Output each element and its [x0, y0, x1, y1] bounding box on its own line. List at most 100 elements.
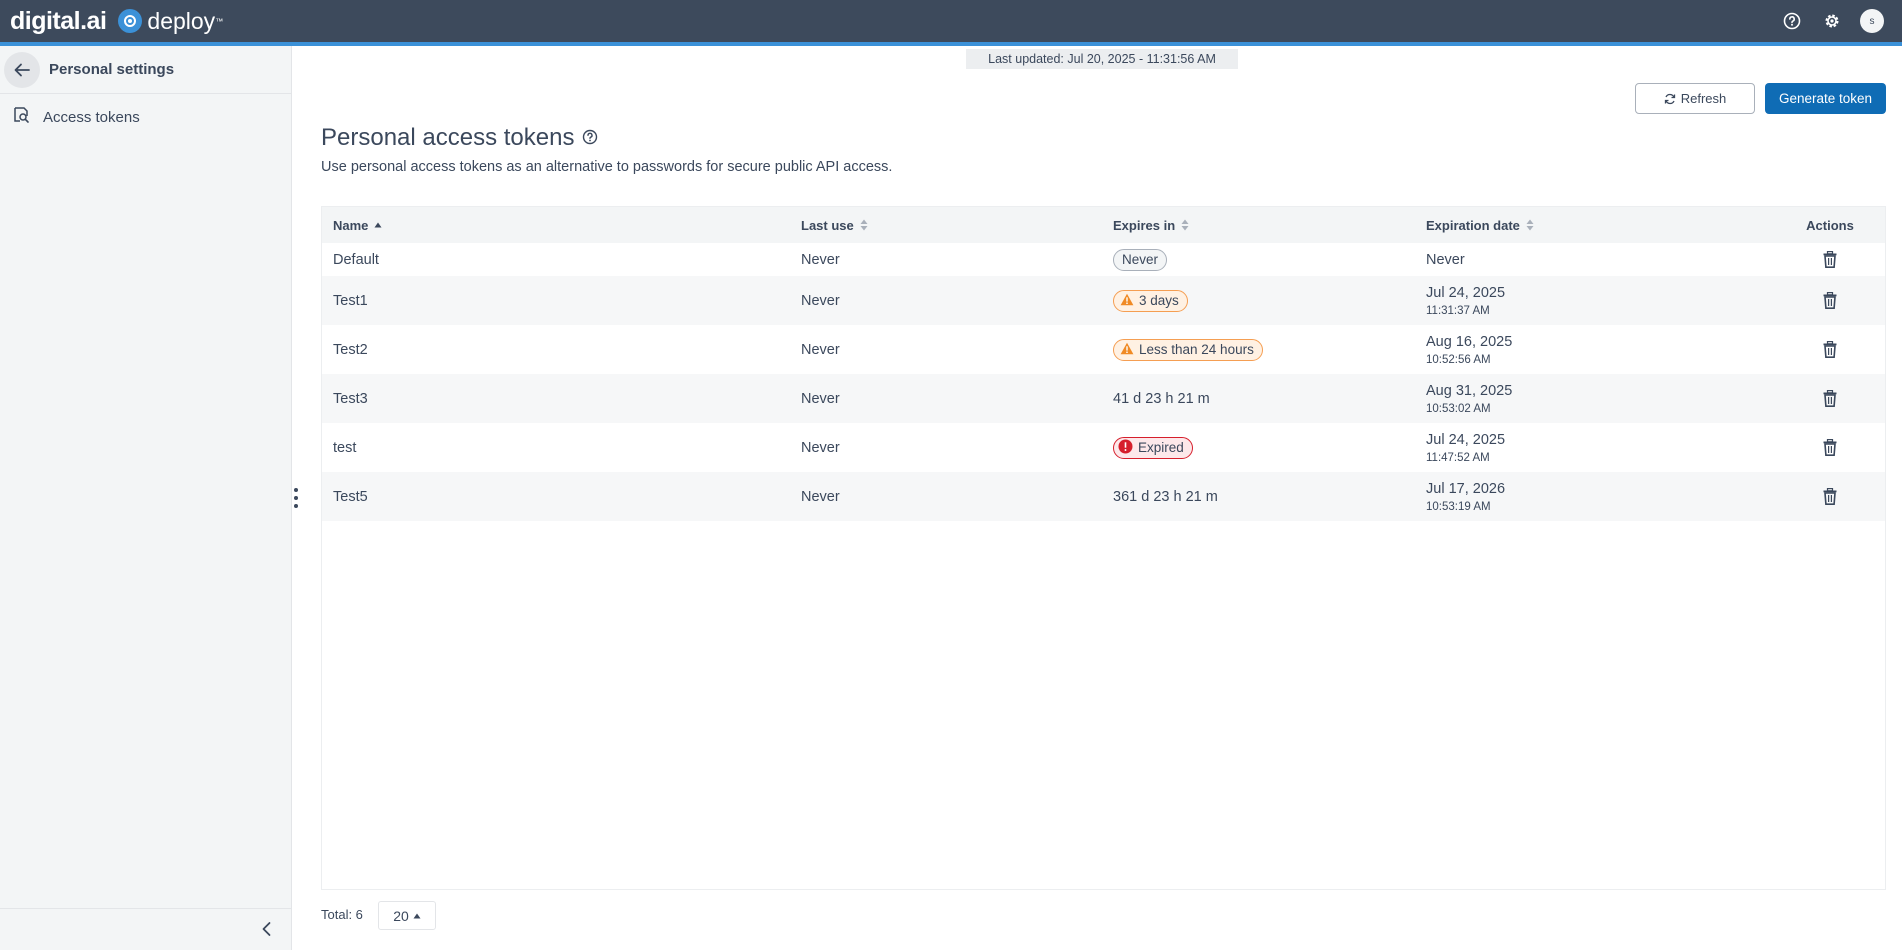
- page-title: Personal access tokens: [321, 124, 575, 151]
- sidebar-item-label: Access tokens: [43, 108, 140, 126]
- token-last-use: Never: [801, 488, 840, 505]
- sidebar-footer: [0, 908, 291, 950]
- page-title-wrap: Personal access tokens: [321, 124, 598, 152]
- never-badge: Never: [1113, 248, 1168, 271]
- expiration-time: 11:47:52 AM: [1426, 451, 1490, 464]
- badge-label: Expired: [1138, 440, 1184, 455]
- sort-icon: [860, 219, 868, 231]
- token-expires-in: 361 d 23 h 21 m: [1113, 489, 1218, 505]
- delete-token-icon[interactable]: [1821, 340, 1839, 360]
- page-size-select[interactable]: 20: [378, 901, 436, 930]
- delete-token-icon[interactable]: [1821, 250, 1839, 270]
- top-actions: s: [1780, 9, 1884, 33]
- token-expires-in: 41 d 23 h 21 m: [1113, 391, 1210, 407]
- token-name: test: [333, 439, 357, 456]
- help-circle-icon[interactable]: [582, 124, 598, 152]
- token-expiration-date: Aug 31, 2025 10:53:02 AM: [1426, 383, 1512, 415]
- expiration-date: Aug 31, 2025: [1426, 382, 1513, 399]
- refresh-label: Refresh: [1680, 91, 1727, 106]
- total-count: Total: 6: [321, 907, 363, 922]
- badge-label: 3 days: [1139, 293, 1179, 308]
- token-name: Test5: [333, 488, 368, 505]
- table-row: test Never Expired Jul 24, 2025 11:47:52 AM: [322, 423, 1885, 472]
- digital-ai-logo: digital.ai: [10, 6, 107, 35]
- sidebar-title: Personal settings: [49, 61, 175, 78]
- token-last-use: Never: [801, 439, 840, 456]
- expiration-date: Jul 17, 2026: [1426, 480, 1506, 497]
- token-search-icon: [12, 106, 30, 129]
- table-row: Test5 Never 361 d 23 h 21 m Jul 17, 2026 10:…: [322, 472, 1885, 521]
- token-last-use: Never: [801, 292, 840, 309]
- table-row: Test2 Never Less than 24 hours Aug 16, 2025…: [322, 325, 1885, 374]
- column-header-label: Expires in: [1113, 217, 1176, 233]
- deploy-logo-icon: [118, 9, 143, 33]
- table-header: Name Last use Expires in Expiration date…: [322, 207, 1885, 243]
- column-header-name[interactable]: Name: [333, 218, 382, 233]
- error-icon: [1118, 439, 1133, 457]
- expiring-soon-badge: 3 days: [1113, 289, 1188, 312]
- expiration-date: Jul 24, 2025: [1426, 284, 1506, 301]
- column-header-expires-in[interactable]: Expires in: [1113, 218, 1189, 233]
- warning-icon: [1120, 293, 1134, 309]
- column-header-label: Expiration date: [1426, 217, 1520, 233]
- generate-token-button[interactable]: Generate token: [1765, 83, 1886, 114]
- sidebar-item-access-tokens[interactable]: Access tokens: [0, 94, 291, 140]
- expiration-time: 11:31:37 AM: [1426, 304, 1490, 317]
- token-actions: [1785, 389, 1875, 409]
- sidebar: Personal settings Access tokens: [0, 46, 292, 950]
- arrow-left-icon: [14, 63, 30, 76]
- refresh-button[interactable]: Refresh: [1635, 83, 1755, 114]
- token-actions: [1785, 340, 1875, 360]
- token-name: Test1: [333, 292, 368, 309]
- token-expires-in: 3 days: [1113, 289, 1188, 312]
- caret-up-icon: [413, 913, 421, 918]
- token-expiration-date: Jul 24, 2025 11:47:52 AM: [1426, 432, 1505, 464]
- last-updated-banner: Last updated: Jul 20, 2025 - 11:31:56 AM: [966, 49, 1238, 69]
- table-body: Default Never Never Never Test1 Never 3 days Ju…: [322, 243, 1885, 521]
- warning-icon: [1120, 342, 1134, 358]
- page-description: Use personal access tokens as an alterna…: [321, 159, 893, 175]
- delete-token-icon[interactable]: [1821, 389, 1839, 409]
- delete-token-icon[interactable]: [1821, 291, 1839, 311]
- refresh-icon: [1664, 93, 1675, 104]
- page-size-value: 20: [393, 907, 409, 924]
- column-header-label: Last use: [801, 217, 854, 233]
- help-icon[interactable]: [1780, 9, 1804, 33]
- column-header-expiration-date[interactable]: Expiration date: [1426, 218, 1534, 233]
- token-actions: [1785, 438, 1875, 458]
- delete-token-icon[interactable]: [1821, 487, 1839, 507]
- sort-icon: [1181, 219, 1189, 231]
- sidebar-header: Personal settings: [0, 46, 291, 94]
- token-expires-in: Less than 24 hours: [1113, 338, 1263, 361]
- expiring-soon-badge: Less than 24 hours: [1113, 338, 1263, 361]
- brand-logo[interactable]: digital.ai deploy ™: [10, 6, 223, 36]
- expiration-date: Never: [1426, 251, 1465, 268]
- delete-token-icon[interactable]: [1821, 438, 1839, 458]
- expiration-time: 10:52:56 AM: [1426, 353, 1491, 366]
- token-name: Default: [333, 251, 379, 268]
- sort-ascending-icon: [374, 222, 382, 228]
- token-expires-in: Expired: [1113, 436, 1193, 459]
- token-expiration-date: Never: [1426, 252, 1465, 268]
- trademark: ™: [215, 16, 224, 26]
- token-expires-in: Never: [1113, 248, 1168, 271]
- table-row: Test1 Never 3 days Jul 24, 2025 11:31:37 AM: [322, 276, 1885, 325]
- token-expiration-date: Jul 17, 2026 10:53:19 AM: [1426, 481, 1505, 513]
- token-expiration-date: Aug 16, 2025 10:52:56 AM: [1426, 334, 1512, 366]
- gear-icon[interactable]: [1820, 9, 1844, 33]
- token-last-use: Never: [801, 341, 840, 358]
- table-row: Test3 Never 41 d 23 h 21 m Aug 31, 2025 10:5…: [322, 374, 1885, 423]
- badge-label: Never: [1122, 252, 1159, 267]
- expired-badge: Expired: [1113, 436, 1193, 459]
- column-header-actions: Actions: [1806, 217, 1854, 233]
- sidebar-resize-handle[interactable]: [292, 488, 300, 508]
- back-button[interactable]: [4, 51, 40, 88]
- column-header-label: Name: [333, 217, 369, 233]
- expires-in-text: 41 d 23 h 21 m: [1113, 390, 1210, 407]
- user-avatar[interactable]: s: [1860, 9, 1884, 33]
- table-row: Default Never Never Never: [322, 243, 1885, 276]
- column-header-last-use[interactable]: Last use: [801, 218, 868, 233]
- collapse-sidebar-icon[interactable]: [257, 919, 277, 939]
- token-last-use: Never: [801, 251, 840, 268]
- token-name: Test2: [333, 341, 368, 358]
